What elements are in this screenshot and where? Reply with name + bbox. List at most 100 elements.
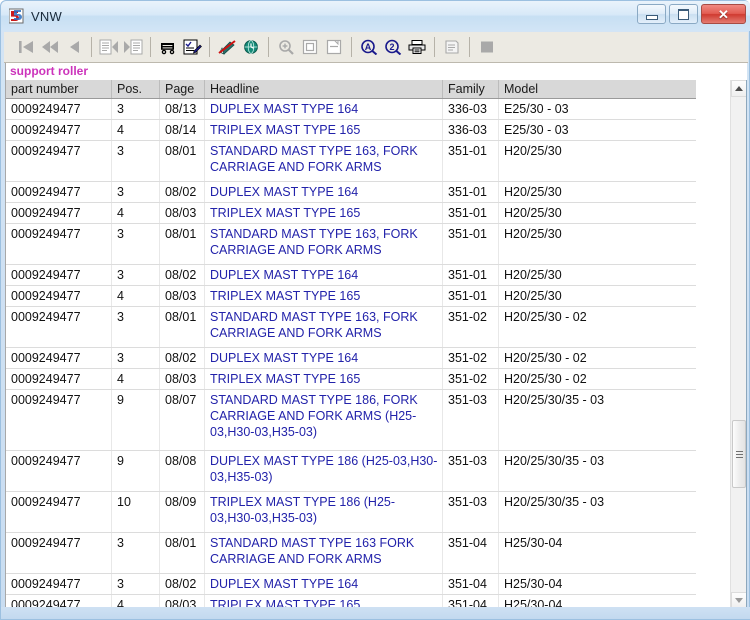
cell-page: 08/02 bbox=[160, 348, 205, 368]
grid-header-model[interactable]: Model bbox=[499, 80, 696, 98]
cell-part_number: 0009249477 bbox=[6, 182, 112, 202]
table-row[interactable]: 0009249477 4 08/03 TRIPLEX MAST TYPE 165 351… bbox=[6, 369, 696, 390]
hide-highlight-button[interactable] bbox=[215, 35, 239, 59]
cell-pos: 3 bbox=[112, 224, 160, 264]
print-button[interactable] bbox=[405, 35, 429, 59]
cell-headline[interactable]: DUPLEX MAST TYPE 186 (H25-03,H30-03,H35-… bbox=[205, 451, 443, 491]
grid-header-page[interactable]: Page bbox=[160, 80, 205, 98]
cell-family: 351-01 bbox=[443, 203, 499, 223]
cell-part_number: 0009249477 bbox=[6, 492, 112, 532]
cell-headline[interactable]: TRIPLEX MAST TYPE 165 bbox=[205, 369, 443, 389]
cell-page: 08/14 bbox=[160, 120, 205, 140]
cell-headline[interactable]: TRIPLEX MAST TYPE 186 (H25-03,H30-03,H35… bbox=[205, 492, 443, 532]
toolbar-separator bbox=[268, 37, 269, 57]
cell-family: 351-03 bbox=[443, 492, 499, 532]
close-icon: ✕ bbox=[718, 6, 729, 22]
maximize-icon bbox=[678, 8, 689, 20]
table-row[interactable]: 0009249477 3 08/02 DUPLEX MAST TYPE 164 351-… bbox=[6, 182, 696, 203]
cell-pos: 4 bbox=[112, 286, 160, 306]
cell-model: H20/25/30/35 - 03 bbox=[504, 495, 605, 509]
cell-model: H20/25/30/35 - 03 bbox=[504, 393, 605, 407]
cell-part_number: 0009249477 bbox=[6, 533, 112, 573]
grid-header-part_number[interactable]: part number bbox=[6, 80, 112, 98]
cell-page: 08/03 bbox=[160, 369, 205, 389]
magnifier-plus-icon bbox=[277, 39, 295, 55]
toolbar-separator bbox=[351, 37, 352, 57]
table-row[interactable]: 0009249477 4 08/03 TRIPLEX MAST TYPE 165 351… bbox=[6, 203, 696, 224]
cell-headline[interactable]: STANDARD MAST TYPE 163, FORK CARRIAGE AN… bbox=[205, 224, 443, 264]
shopping-cart-button[interactable] bbox=[156, 35, 180, 59]
cell-pos: 3 bbox=[112, 533, 160, 573]
grid-header-headline[interactable]: Headline bbox=[205, 80, 443, 98]
table-row[interactable]: 0009249477 3 08/01 STANDARD MAST TYPE 163, … bbox=[6, 307, 696, 348]
cell-model: H25/30-04 bbox=[504, 577, 563, 591]
close-button[interactable]: ✕ bbox=[701, 4, 746, 24]
cell-family: 351-01 bbox=[443, 141, 499, 181]
table-row[interactable]: 0009249477 3 08/02 DUPLEX MAST TYPE 164 351-… bbox=[6, 265, 696, 286]
cell-pos: 9 bbox=[112, 451, 160, 491]
find-next-button[interactable]: 2 bbox=[381, 35, 405, 59]
cell-part_number: 0009249477 bbox=[6, 348, 112, 368]
svg-text:2: 2 bbox=[389, 42, 394, 52]
pen-strikethrough-icon bbox=[217, 39, 237, 55]
cell-headline[interactable]: TRIPLEX MAST TYPE 165 bbox=[205, 203, 443, 223]
cell-headline[interactable]: STANDARD MAST TYPE 163 FORK CARRIAGE AND… bbox=[205, 533, 443, 573]
cell-headline[interactable]: DUPLEX MAST TYPE 164 bbox=[205, 265, 443, 285]
cell-part_number: 0009249477 bbox=[6, 224, 112, 264]
edit-order-button[interactable] bbox=[180, 35, 204, 59]
cell-pos: 3 bbox=[112, 348, 160, 368]
table-row[interactable]: 0009249477 9 08/07 STANDARD MAST TYPE 186, … bbox=[6, 390, 696, 451]
table-row[interactable]: 0009249477 3 08/01 STANDARD MAST TYPE 163, … bbox=[6, 141, 696, 182]
minimize-icon bbox=[645, 14, 658, 20]
scroll-up-button[interactable] bbox=[731, 80, 746, 97]
cell-headline[interactable]: TRIPLEX MAST TYPE 165 bbox=[205, 120, 443, 140]
cell-headline[interactable]: STANDARD MAST TYPE 186, FORK CARRIAGE AN… bbox=[205, 390, 443, 450]
minimize-button[interactable] bbox=[637, 4, 666, 24]
find-text-button[interactable]: A bbox=[357, 35, 381, 59]
cell-headline[interactable]: DUPLEX MAST TYPE 164 bbox=[205, 574, 443, 594]
last-page-button bbox=[121, 35, 145, 59]
cell-headline[interactable]: DUPLEX MAST TYPE 164 bbox=[205, 99, 443, 119]
table-row[interactable]: 0009249477 4 08/14 TRIPLEX MAST TYPE 165 336… bbox=[6, 120, 696, 141]
main-toolbar: A2 bbox=[4, 32, 748, 63]
grid-body[interactable]: 0009249477 3 08/13 DUPLEX MAST TYPE 164 336-… bbox=[6, 99, 696, 609]
cell-page: 08/09 bbox=[160, 492, 205, 532]
cell-pos: 4 bbox=[112, 120, 160, 140]
title-bar[interactable]: VNW ✕ bbox=[1, 1, 750, 31]
table-row[interactable]: 0009249477 3 08/01 STANDARD MAST TYPE 163 F… bbox=[6, 533, 696, 574]
grid-header-family[interactable]: Family bbox=[443, 80, 499, 98]
cell-model: H20/25/30 bbox=[504, 268, 562, 282]
cell-page: 08/13 bbox=[160, 99, 205, 119]
page-fit-icon bbox=[301, 39, 319, 55]
scroll-thumb[interactable] bbox=[732, 420, 746, 488]
cell-family: 351-04 bbox=[443, 533, 499, 573]
table-row[interactable]: 0009249477 4 08/03 TRIPLEX MAST TYPE 165 351… bbox=[6, 286, 696, 307]
maximize-button[interactable] bbox=[669, 4, 698, 24]
cell-headline[interactable]: DUPLEX MAST TYPE 164 bbox=[205, 182, 443, 202]
window-bottom-edge bbox=[1, 607, 750, 619]
globe-button[interactable] bbox=[239, 35, 263, 59]
table-row[interactable]: 0009249477 3 08/02 DUPLEX MAST TYPE 164 351-… bbox=[6, 348, 696, 369]
table-row[interactable]: 0009249477 10 08/09 TRIPLEX MAST TYPE 186 (… bbox=[6, 492, 696, 533]
document-last-icon bbox=[123, 39, 143, 55]
cell-family: 351-03 bbox=[443, 451, 499, 491]
cell-model: H20/25/30/35 - 03 bbox=[504, 454, 605, 468]
first-record-button bbox=[14, 35, 38, 59]
cell-headline[interactable]: DUPLEX MAST TYPE 164 bbox=[205, 348, 443, 368]
grid-header-pos[interactable]: Pos. bbox=[112, 80, 160, 98]
cell-headline[interactable]: STANDARD MAST TYPE 163, FORK CARRIAGE AN… bbox=[205, 307, 443, 347]
cell-headline[interactable]: STANDARD MAST TYPE 163, FORK CARRIAGE AN… bbox=[205, 141, 443, 181]
cell-headline[interactable]: TRIPLEX MAST TYPE 165 bbox=[205, 286, 443, 306]
table-row[interactable]: 0009249477 3 08/13 DUPLEX MAST TYPE 164 336-… bbox=[6, 99, 696, 120]
cell-pos: 3 bbox=[112, 141, 160, 181]
table-row[interactable]: 0009249477 9 08/08 DUPLEX MAST TYPE 186 (H2… bbox=[6, 451, 696, 492]
cell-part_number: 0009249477 bbox=[6, 141, 112, 181]
table-row[interactable]: 0009249477 3 08/02 DUPLEX MAST TYPE 164 351-… bbox=[6, 574, 696, 595]
vertical-scrollbar[interactable] bbox=[730, 80, 746, 609]
scroll-up-arrow-icon bbox=[735, 86, 743, 91]
cell-page: 08/01 bbox=[160, 533, 205, 573]
app-logo-5-icon[interactable] bbox=[8, 8, 25, 24]
table-row[interactable]: 0009249477 3 08/01 STANDARD MAST TYPE 163, … bbox=[6, 224, 696, 265]
skip-to-first-icon bbox=[17, 39, 35, 55]
cell-model: H20/25/30 - 02 bbox=[504, 310, 587, 324]
